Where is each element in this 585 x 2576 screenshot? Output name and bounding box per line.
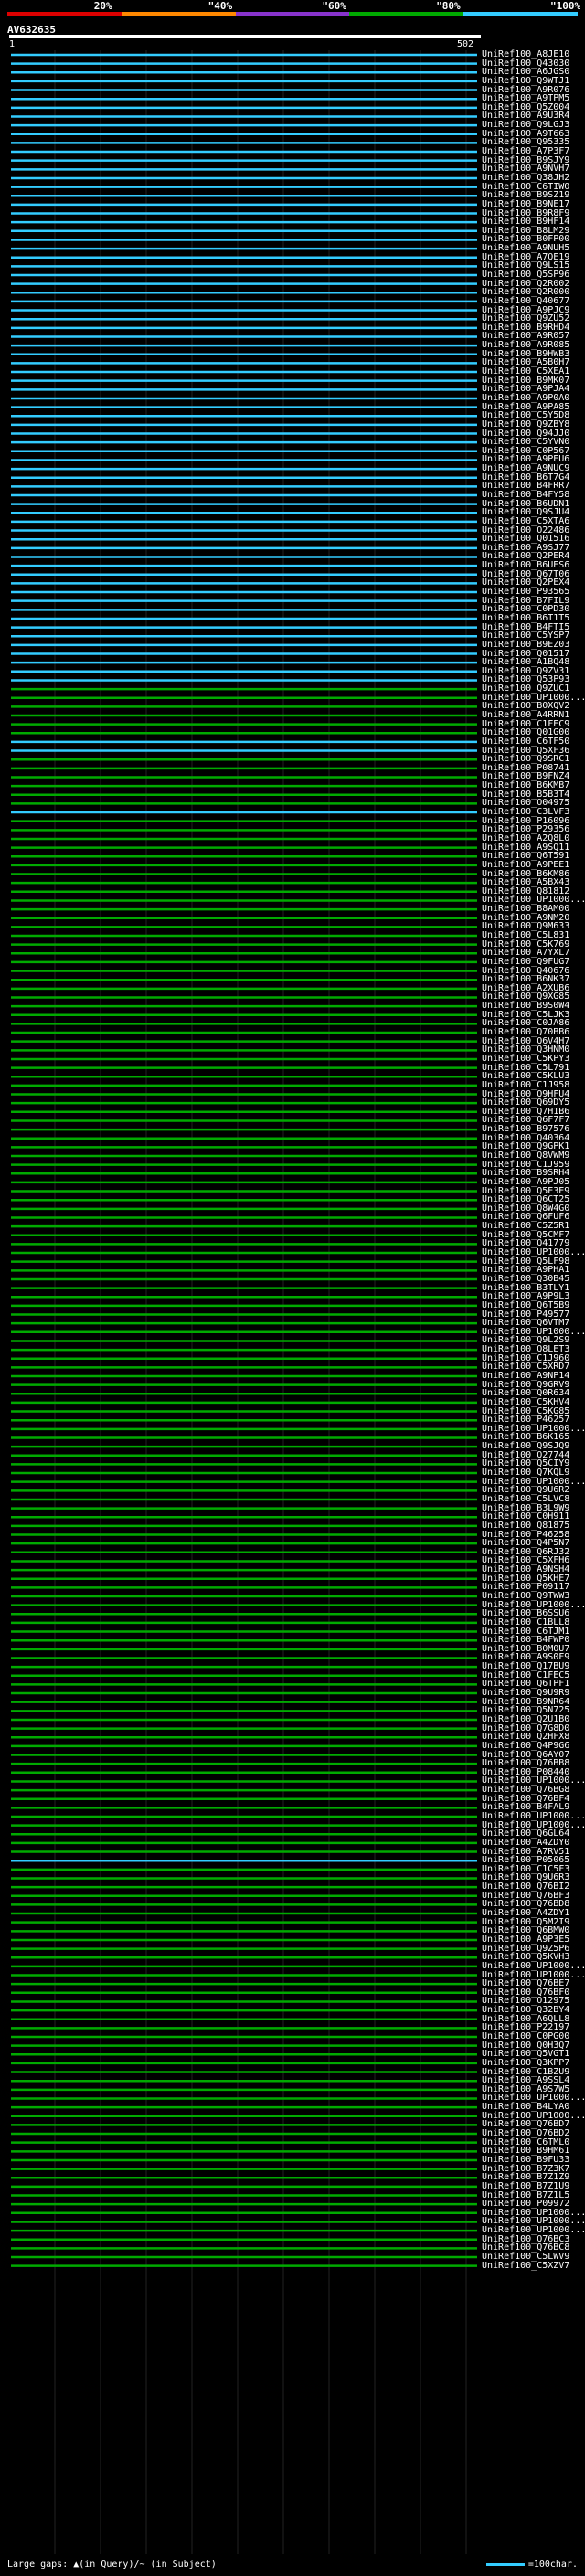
scale-line-icon: [485, 2562, 525, 2566]
hit-label[interactable]: UniRef100_C5XZV7: [482, 2261, 569, 2271]
footer-scale: =100char.: [485, 2560, 578, 2570]
footer: Large gaps: ▲(in Query)/~ (in Subject) =…: [7, 2560, 578, 2570]
footer-scale-label: =100char.: [527, 2560, 578, 2570]
footer-gap-legend: Large gaps: ▲(in Query)/~ (in Subject): [7, 2560, 217, 2570]
